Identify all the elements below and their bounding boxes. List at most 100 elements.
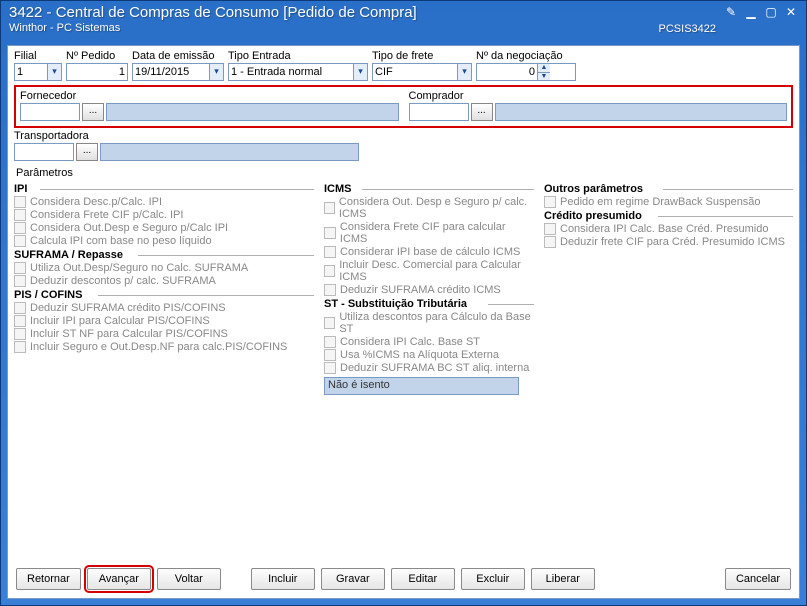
checkbox-icon[interactable] bbox=[14, 235, 26, 247]
piscofins-item[interactable]: Incluir ST NF para Calcular PIS/COFINS bbox=[14, 328, 314, 340]
transportadora-lookup-button[interactable]: ... bbox=[76, 143, 98, 161]
editar-button[interactable]: Editar bbox=[391, 568, 455, 590]
ipi-item[interactable]: Considera Desc.p/Calc. IPI bbox=[14, 196, 314, 208]
icms-label: Considera Out. Desp e Seguro p/ calc. IC… bbox=[339, 196, 534, 220]
spin-up-icon[interactable]: ▲ bbox=[538, 64, 550, 73]
negociacao-input[interactable] bbox=[477, 64, 537, 80]
ipi-item[interactable]: Calcula IPI com base no peso líquido bbox=[14, 235, 314, 247]
icms-item[interactable]: Considerar IPI base de cálculo ICMS bbox=[324, 246, 534, 258]
tipofrete-combo[interactable]: CIF ▾ bbox=[372, 63, 472, 81]
checkbox-icon[interactable] bbox=[324, 227, 336, 239]
minimize-icon[interactable]: ▁ bbox=[742, 5, 760, 21]
checkbox-icon[interactable] bbox=[324, 284, 336, 296]
checkbox-icon[interactable] bbox=[14, 275, 26, 287]
negociacao-spinner[interactable]: ▲ ▼ bbox=[476, 63, 576, 81]
edit-icon[interactable]: ✎ bbox=[722, 5, 740, 21]
npedido-input[interactable] bbox=[66, 63, 128, 81]
tipoentrada-combo[interactable]: 1 - Entrada normal ▾ bbox=[228, 63, 368, 81]
suframa-label: Deduzir descontos p/ calc. SUFRAMA bbox=[30, 275, 216, 287]
ipi-item[interactable]: Considera Out.Desp e Seguro p/Calc IPI bbox=[14, 222, 314, 234]
top-row: Filial 1 ▾ Nº Pedido Data de emissão 19/… bbox=[8, 46, 799, 83]
icms-label: Deduzir SUFRAMA crédito ICMS bbox=[340, 284, 501, 296]
checkbox-icon[interactable] bbox=[14, 328, 26, 340]
cancelar-button[interactable]: Cancelar bbox=[725, 568, 791, 590]
checkbox-icon[interactable] bbox=[14, 222, 26, 234]
tipofrete-value: CIF bbox=[373, 66, 457, 78]
piscofins-label: Incluir Seguro e Out.Desp.NF para calc.P… bbox=[30, 341, 287, 353]
filial-combo[interactable]: 1 ▾ bbox=[14, 63, 62, 81]
npedido-label: Nº Pedido bbox=[66, 50, 128, 62]
icms-item[interactable]: Incluir Desc. Comercial para Calcular IC… bbox=[324, 259, 534, 283]
icms-label: Considera Frete CIF para calcular ICMS bbox=[340, 221, 534, 245]
maximize-icon[interactable]: ▢ bbox=[762, 5, 780, 21]
comprador-input[interactable] bbox=[409, 103, 469, 121]
checkbox-icon[interactable] bbox=[14, 196, 26, 208]
credito-label: Deduzir frete CIF para Créd. Presumido I… bbox=[560, 236, 785, 248]
transportadora-input[interactable] bbox=[14, 143, 74, 161]
piscofins-item[interactable]: Deduzir SUFRAMA crédito PIS/COFINS bbox=[14, 302, 314, 314]
ipi-item[interactable]: Considera Frete CIF p/Calc. IPI bbox=[14, 209, 314, 221]
chevron-down-icon[interactable]: ▾ bbox=[353, 64, 367, 80]
comprador-lookup-button[interactable]: ... bbox=[471, 103, 493, 121]
suframa-label: Utiliza Out.Desp/Seguro no Calc. SUFRAMA bbox=[30, 262, 248, 274]
checkbox-icon[interactable] bbox=[14, 262, 26, 274]
group-st: ST - Substituição Tributária bbox=[324, 298, 534, 310]
checkbox-icon[interactable] bbox=[324, 349, 336, 361]
checkbox-icon[interactable] bbox=[324, 317, 335, 329]
checkbox-icon[interactable] bbox=[14, 209, 26, 221]
st-item[interactable]: Utiliza descontos para Cálculo da Base S… bbox=[324, 311, 534, 335]
piscofins-label: Incluir IPI para Calcular PIS/COFINS bbox=[30, 315, 210, 327]
piscofins-item[interactable]: Incluir IPI para Calcular PIS/COFINS bbox=[14, 315, 314, 327]
checkbox-icon[interactable] bbox=[324, 246, 336, 258]
st-item[interactable]: Considera IPI Calc. Base ST bbox=[324, 336, 534, 348]
credito-item[interactable]: Considera IPI Calc. Base Créd. Presumido bbox=[544, 223, 793, 235]
icms-item[interactable]: Considera Frete CIF para calcular ICMS bbox=[324, 221, 534, 245]
checkbox-icon[interactable] bbox=[544, 223, 556, 235]
avancar-button[interactable]: Avançar bbox=[87, 568, 151, 590]
checkbox-icon[interactable] bbox=[324, 336, 336, 348]
excluir-button[interactable]: Excluir bbox=[461, 568, 525, 590]
incluir-button[interactable]: Incluir bbox=[251, 568, 315, 590]
outros-item[interactable]: Pedido em regime DrawBack Suspensão bbox=[544, 196, 793, 208]
icms-item[interactable]: Considera Out. Desp e Seguro p/ calc. IC… bbox=[324, 196, 534, 220]
fornecedor-input[interactable] bbox=[20, 103, 80, 121]
checkbox-icon[interactable] bbox=[324, 362, 336, 374]
checkbox-icon[interactable] bbox=[14, 315, 26, 327]
checkbox-icon[interactable] bbox=[324, 202, 335, 214]
checkbox-icon[interactable] bbox=[544, 196, 556, 208]
st-item[interactable]: Usa %ICMS na Alíquota Externa bbox=[324, 349, 534, 361]
voltar-button[interactable]: Voltar bbox=[157, 568, 221, 590]
group-suframa: SUFRAMA / Repasse bbox=[14, 249, 314, 261]
chevron-down-icon[interactable]: ▾ bbox=[209, 64, 223, 80]
liberar-button[interactable]: Liberar bbox=[531, 568, 595, 590]
tipoentrada-label: Tipo Entrada bbox=[228, 50, 368, 62]
data-combo[interactable]: 19/11/2015 ▾ bbox=[132, 63, 224, 81]
chevron-down-icon[interactable]: ▾ bbox=[457, 64, 471, 80]
credito-item[interactable]: Deduzir frete CIF para Créd. Presumido I… bbox=[544, 236, 793, 248]
checkbox-icon[interactable] bbox=[544, 236, 556, 248]
spin-down-icon[interactable]: ▼ bbox=[538, 73, 550, 81]
checkbox-icon[interactable] bbox=[324, 265, 335, 277]
fornecedor-label: Fornecedor bbox=[20, 90, 399, 102]
group-credito: Crédito presumido bbox=[544, 210, 793, 222]
isento-display[interactable]: Não é isento bbox=[324, 377, 519, 395]
ipi-label: Calcula IPI com base no peso líquido bbox=[30, 235, 212, 247]
group-outros: Outros parâmetros bbox=[544, 183, 793, 195]
checkbox-icon[interactable] bbox=[14, 341, 26, 353]
st-item[interactable]: Deduzir SUFRAMA BC ST aliq. interna bbox=[324, 362, 534, 374]
window-title: 3422 - Central de Compras de Consumo [Pe… bbox=[9, 4, 798, 21]
ipi-label: Considera Frete CIF p/Calc. IPI bbox=[30, 209, 183, 221]
tipoentrada-value: 1 - Entrada normal bbox=[229, 66, 353, 78]
piscofins-label: Deduzir SUFRAMA crédito PIS/COFINS bbox=[30, 302, 226, 314]
icms-item[interactable]: Deduzir SUFRAMA crédito ICMS bbox=[324, 284, 534, 296]
retornar-button[interactable]: Retornar bbox=[16, 568, 81, 590]
fornecedor-lookup-button[interactable]: ... bbox=[82, 103, 104, 121]
close-icon[interactable]: ✕ bbox=[782, 5, 800, 21]
params-area: IPI Considera Desc.p/Calc. IPIConsidera … bbox=[8, 179, 799, 399]
suframa-item[interactable]: Utiliza Out.Desp/Seguro no Calc. SUFRAMA bbox=[14, 262, 314, 274]
gravar-button[interactable]: Gravar bbox=[321, 568, 385, 590]
piscofins-item[interactable]: Incluir Seguro e Out.Desp.NF para calc.P… bbox=[14, 341, 314, 353]
suframa-item[interactable]: Deduzir descontos p/ calc. SUFRAMA bbox=[14, 275, 314, 287]
chevron-down-icon[interactable]: ▾ bbox=[47, 64, 61, 80]
checkbox-icon[interactable] bbox=[14, 302, 26, 314]
